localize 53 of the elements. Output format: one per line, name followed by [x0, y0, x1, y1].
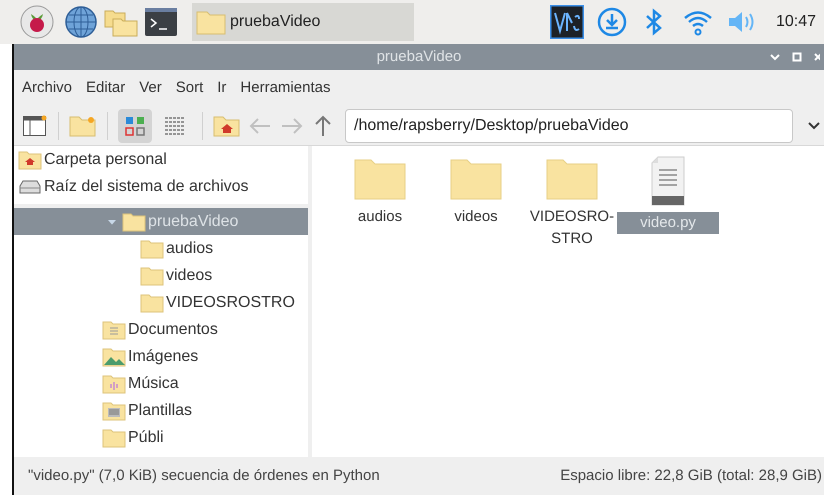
folder-icon	[196, 9, 226, 35]
menu-item[interactable]: Archivo	[22, 76, 72, 100]
tree-item[interactable]: VIDEOSROSTRO	[14, 289, 308, 316]
file-name[interactable]: VIDEOSRO- STRO	[526, 206, 618, 250]
menu-item[interactable]: Sort	[176, 76, 204, 100]
task-label: pruebaVideo	[230, 12, 320, 32]
close-icon[interactable]	[814, 52, 820, 62]
tree-item[interactable]: Plantillas	[14, 397, 308, 424]
folder-icon	[122, 212, 146, 232]
music-folder-icon	[102, 374, 126, 394]
grid-icon	[125, 116, 145, 136]
menu-item[interactable]: Ver	[139, 76, 162, 100]
taskbar-task[interactable]: pruebaVideo	[192, 3, 414, 41]
minimize-icon[interactable]	[770, 53, 780, 61]
status-text: "video.py" (7,0 KiB) secuencia de órdenes en Python	[28, 466, 380, 486]
folder-icon	[140, 292, 164, 312]
maximize-icon[interactable]	[792, 52, 802, 62]
side-panel-icon[interactable]	[22, 114, 48, 138]
new-folder-icon[interactable]	[69, 114, 97, 138]
home-folder-icon[interactable]	[213, 114, 241, 138]
menu-item[interactable]: Herramientas	[240, 76, 330, 100]
tree-item[interactable]: Imágenes	[14, 343, 308, 370]
tree-item[interactable]: Públi	[14, 424, 308, 451]
download-icon[interactable]	[596, 6, 628, 38]
vnc-icon[interactable]	[550, 5, 584, 39]
place-item[interactable]: Raíz del sistema de archivos	[14, 173, 308, 200]
icon-view-button[interactable]	[118, 108, 152, 142]
documents-folder-icon	[102, 320, 126, 340]
pictures-folder-icon	[102, 346, 126, 366]
terminal-icon[interactable]	[144, 7, 178, 37]
menu-item[interactable]: Editar	[86, 76, 126, 100]
window-title: pruebaVideo	[376, 46, 462, 67]
free-space-text: Espacio libre: 22,8 GiB (total: 28,9 GiB)	[560, 466, 822, 486]
folder-icon	[140, 266, 164, 286]
folder-icon	[102, 428, 126, 448]
raspberry-icon[interactable]	[20, 5, 54, 39]
path-field[interactable]: /home/rapsberry/Desktop/pruebaVideo	[345, 108, 793, 142]
file-name[interactable]: videos	[450, 206, 502, 228]
folder-icon	[140, 238, 164, 258]
tree-item[interactable]: videos	[14, 262, 308, 289]
tree-item[interactable]: Música	[14, 370, 308, 397]
templates-folder-icon	[102, 400, 126, 420]
list-icon	[164, 116, 186, 136]
text-file-icon	[650, 156, 686, 206]
menu-item[interactable]: Ir	[217, 76, 226, 100]
clock: 10:47	[776, 12, 816, 32]
dropdown-caret-icon[interactable]	[807, 120, 821, 130]
place-item[interactable]: Carpeta personal	[14, 146, 308, 173]
home-folder-icon	[18, 150, 42, 170]
tree-item[interactable]: Documentos	[14, 316, 308, 343]
globe-icon[interactable]	[64, 5, 98, 39]
file-name[interactable]: audios	[354, 206, 406, 228]
tree-item[interactable]: audios	[14, 235, 308, 262]
